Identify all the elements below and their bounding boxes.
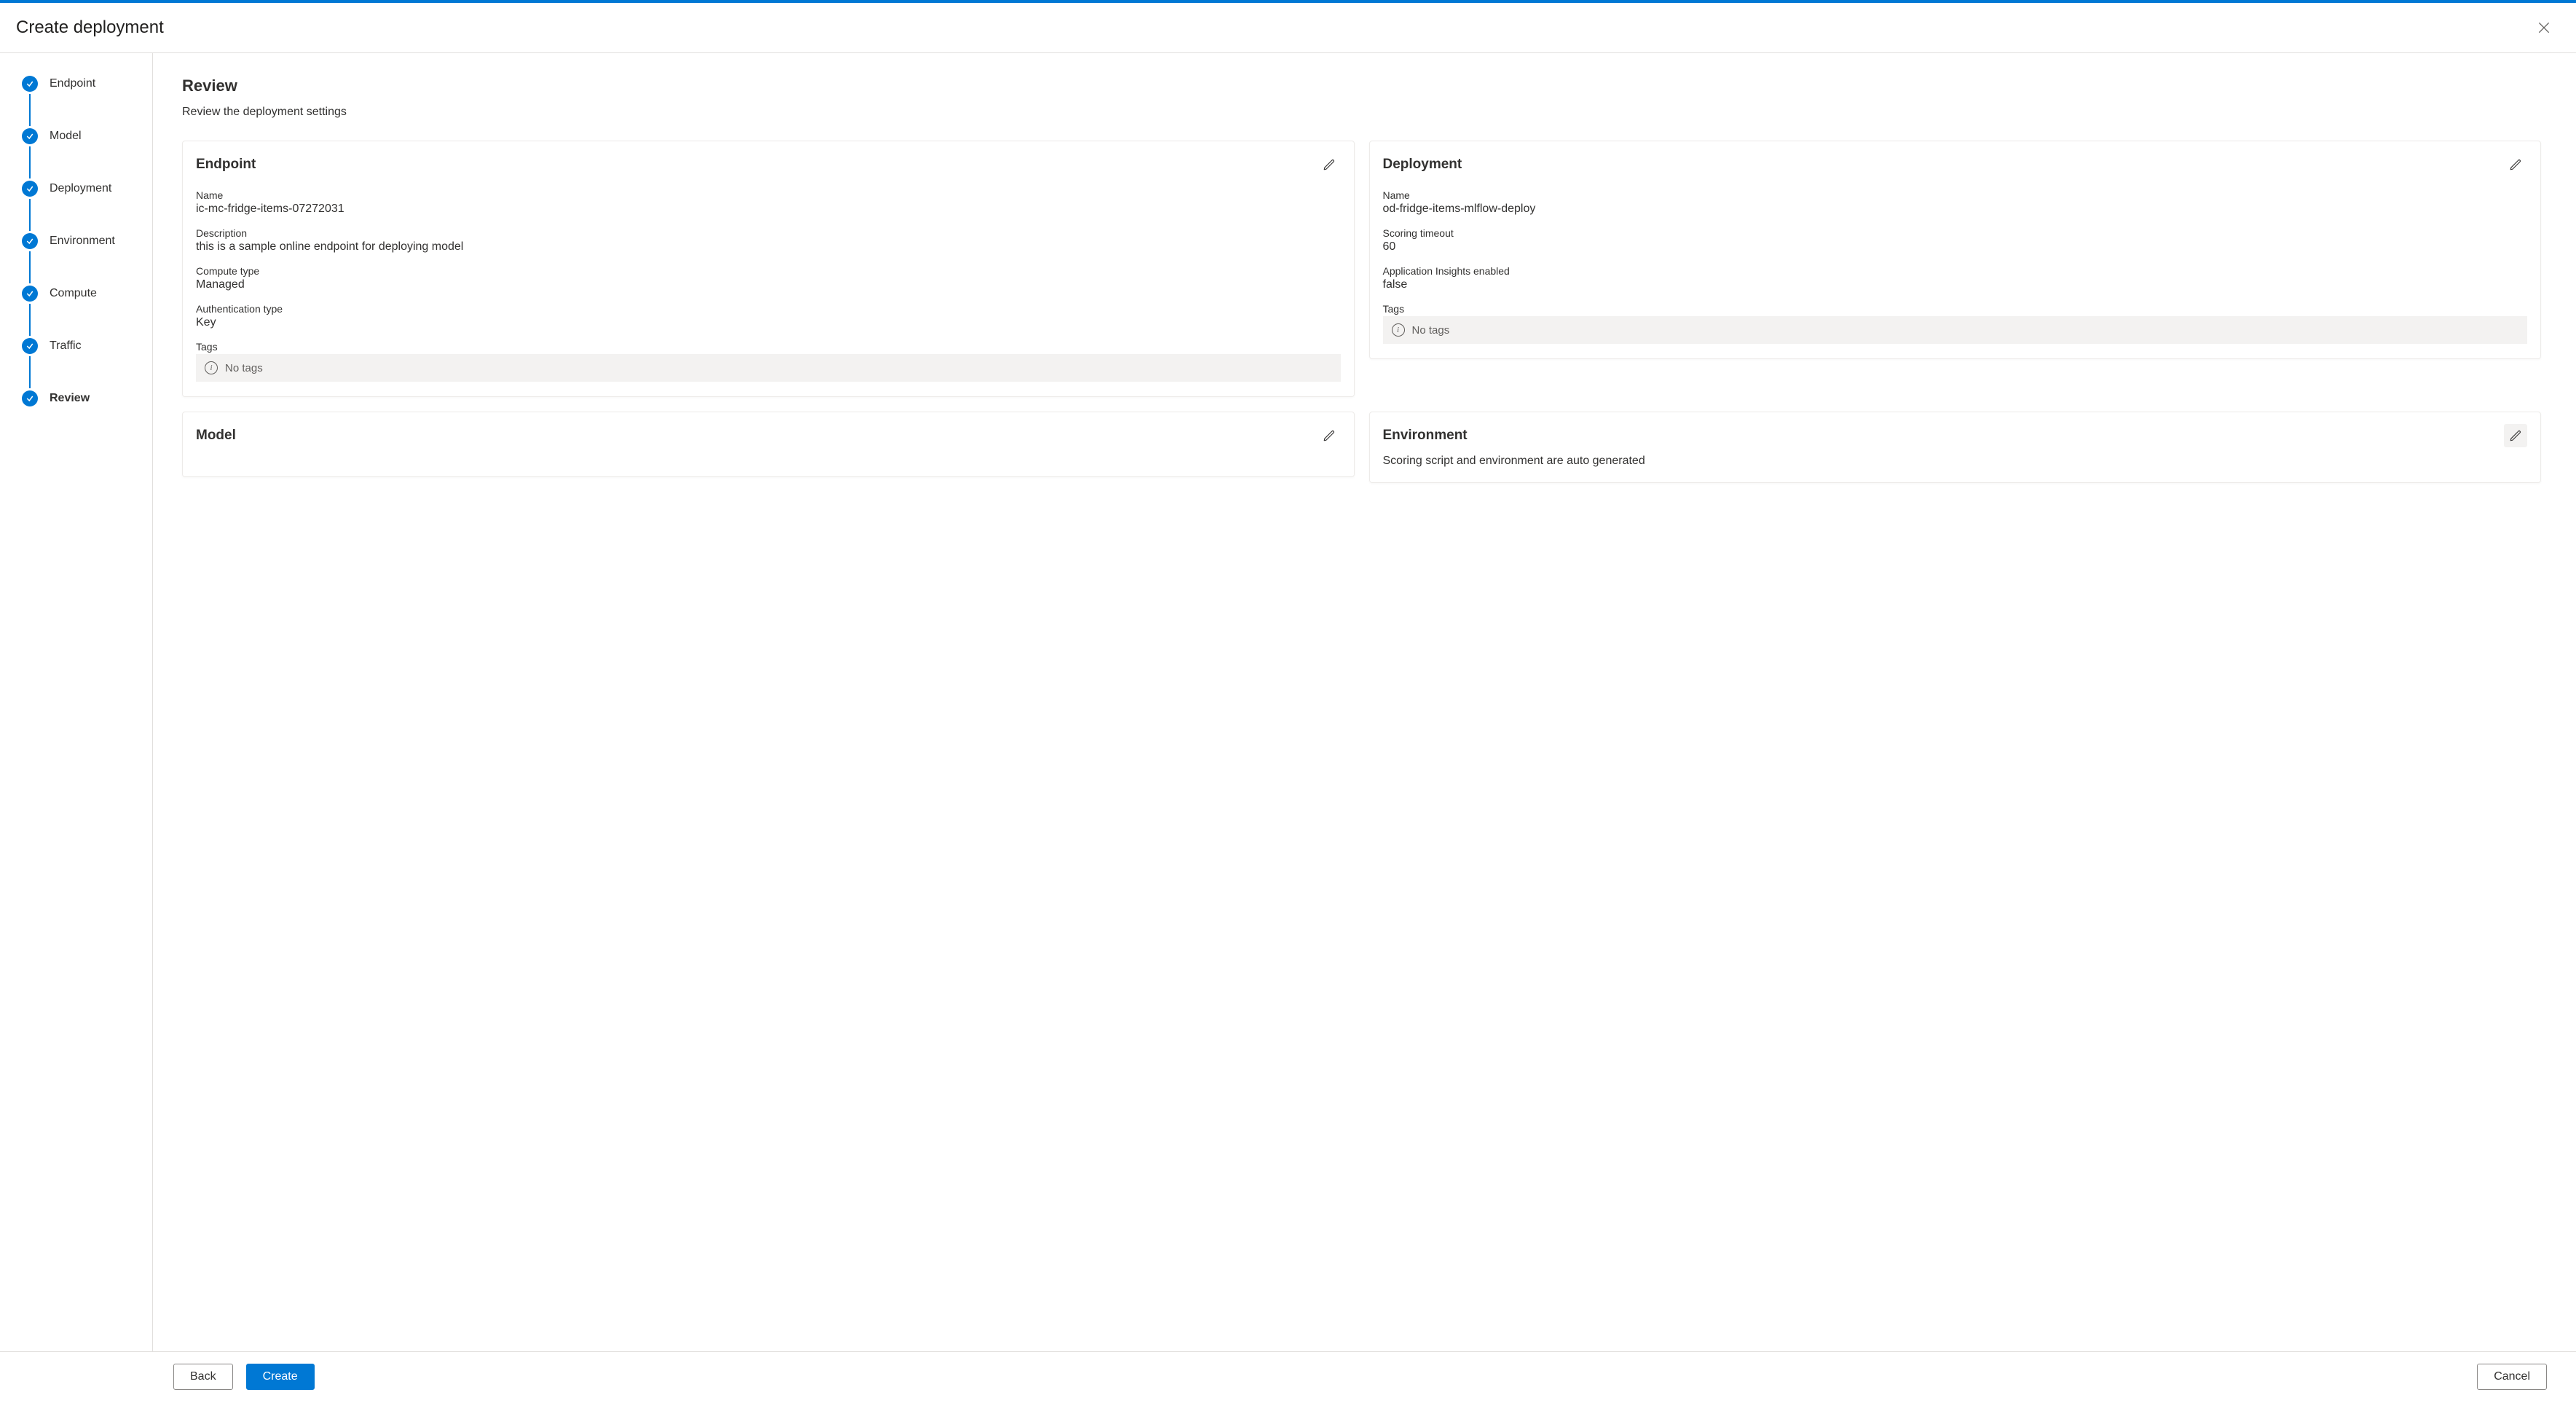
deployment-tags-empty-text: No tags (1412, 324, 1450, 337)
check-icon (22, 128, 38, 144)
edit-environment-button[interactable] (2504, 424, 2527, 447)
edit-deployment-button[interactable] (2504, 153, 2527, 176)
deployment-timeout-label: Scoring timeout (1383, 227, 2528, 239)
wizard-step-review[interactable]: Review (22, 388, 152, 409)
wizard-step-label: Endpoint (50, 77, 95, 90)
edit-endpoint-button[interactable] (1317, 153, 1341, 176)
wizard-step-label: Traffic (50, 339, 82, 353)
endpoint-card: Endpoint Name ic-mc-fridge-items-0727203… (182, 141, 1355, 397)
endpoint-name-label: Name (196, 189, 1341, 201)
check-icon (22, 76, 38, 92)
endpoint-description-label: Description (196, 227, 1341, 239)
check-icon (22, 181, 38, 197)
endpoint-auth-type-label: Authentication type (196, 303, 1341, 315)
wizard-step-label: Deployment (50, 182, 111, 195)
endpoint-tags-label: Tags (196, 341, 1341, 353)
endpoint-description-value: this is a sample online endpoint for dep… (196, 240, 1341, 254)
check-icon (22, 286, 38, 302)
wizard-step-model[interactable]: Model (22, 126, 152, 146)
cancel-button-label: Cancel (2494, 1370, 2530, 1383)
pencil-icon (2509, 158, 2522, 171)
pencil-icon (2509, 429, 2522, 442)
wizard-step-label: Model (50, 130, 82, 143)
wizard-connector (29, 251, 31, 283)
endpoint-tags-empty-text: No tags (225, 362, 263, 374)
wizard-connector (29, 146, 31, 178)
wizard-steps-nav: Endpoint Model Deployment Environment (0, 53, 153, 1351)
wizard-step-label: Environment (50, 235, 115, 248)
deployment-tags-label: Tags (1383, 303, 2528, 315)
main-scroll-area[interactable]: Review Review the deployment settings En… (153, 53, 2576, 1351)
wizard-connector (29, 199, 31, 231)
deployment-name-label: Name (1383, 189, 2528, 201)
model-card-title: Model (196, 428, 236, 444)
endpoint-tags-box: i No tags (196, 354, 1341, 382)
environment-text: Scoring script and environment are auto … (1383, 455, 2528, 468)
check-icon (22, 390, 38, 406)
check-icon (22, 233, 38, 249)
environment-card-title: Environment (1383, 428, 1468, 444)
wizard-step-compute[interactable]: Compute (22, 283, 152, 304)
wizard-step-label: Compute (50, 287, 97, 300)
create-button[interactable]: Create (246, 1364, 315, 1390)
wizard-step-traffic[interactable]: Traffic (22, 336, 152, 356)
back-button[interactable]: Back (173, 1364, 233, 1390)
cancel-button[interactable]: Cancel (2477, 1364, 2547, 1390)
info-icon: i (205, 361, 218, 374)
model-card: Model (182, 412, 1355, 477)
pencil-icon (1323, 158, 1336, 171)
endpoint-card-title: Endpoint (196, 157, 256, 173)
wizard-connector (29, 356, 31, 388)
endpoint-auth-type-value: Key (196, 316, 1341, 329)
wizard-step-endpoint[interactable]: Endpoint (22, 74, 152, 94)
close-button[interactable] (2532, 16, 2556, 39)
deployment-timeout-value: 60 (1383, 240, 2528, 254)
pencil-icon (1323, 429, 1336, 442)
edit-model-button[interactable] (1317, 424, 1341, 447)
deployment-tags-box: i No tags (1383, 316, 2528, 344)
endpoint-name-value: ic-mc-fridge-items-07272031 (196, 203, 1341, 216)
deployment-name-value: od-fridge-items-mlflow-deploy (1383, 203, 2528, 216)
check-icon (22, 338, 38, 354)
deployment-appinsights-value: false (1383, 278, 2528, 291)
wizard-step-environment[interactable]: Environment (22, 231, 152, 251)
wizard-connector (29, 304, 31, 336)
wizard-step-deployment[interactable]: Deployment (22, 178, 152, 199)
dialog-footer: Back Create Cancel (0, 1351, 2576, 1401)
dialog-title: Create deployment (16, 17, 164, 38)
environment-card: Environment Scoring script and environme… (1369, 412, 2542, 483)
back-button-label: Back (190, 1370, 216, 1383)
create-button-label: Create (263, 1370, 298, 1383)
deployment-card-title: Deployment (1383, 157, 1462, 173)
deployment-card: Deployment Name od-fridge-items-mlflow-d… (1369, 141, 2542, 359)
close-icon (2537, 20, 2551, 35)
page-heading: Review (182, 76, 2541, 95)
endpoint-compute-type-value: Managed (196, 278, 1341, 291)
page-subtitle: Review the deployment settings (182, 106, 2541, 119)
wizard-connector (29, 94, 31, 126)
wizard-step-label: Review (50, 392, 90, 405)
info-icon: i (1392, 323, 1405, 337)
endpoint-compute-type-label: Compute type (196, 265, 1341, 277)
dialog-header: Create deployment (0, 3, 2576, 53)
deployment-appinsights-label: Application Insights enabled (1383, 265, 2528, 277)
